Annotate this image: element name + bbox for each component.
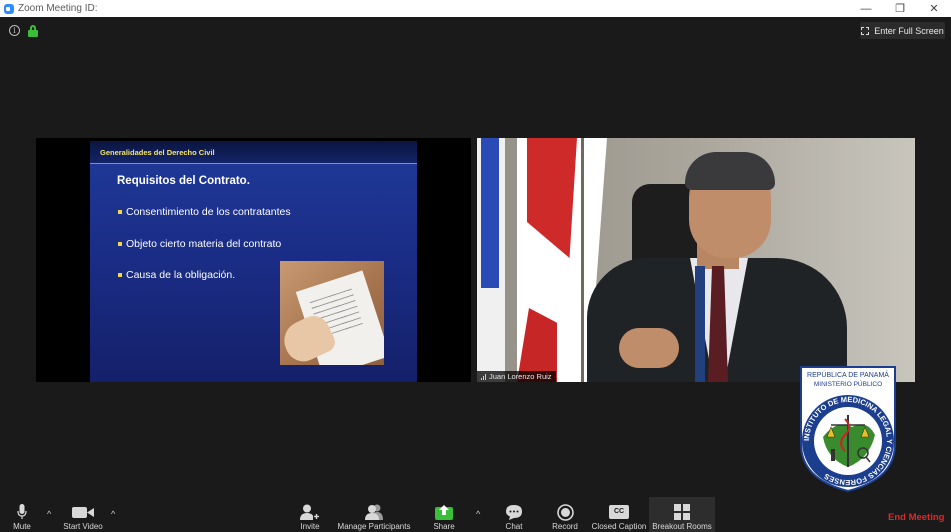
record-button[interactable]: Record: [551, 497, 579, 532]
slide-bullet-text: Objeto cierto materia del contrato: [126, 238, 282, 250]
chat-label: Chat: [505, 522, 523, 531]
video-options-chevron-icon[interactable]: ^: [111, 509, 115, 519]
slide-bullet: Causa de la obligación.: [118, 269, 235, 281]
zoom-app-icon: [4, 3, 14, 14]
restore-button[interactable]: ❐: [883, 0, 917, 17]
chat-bubble-icon: [506, 504, 522, 520]
signal-strength-icon: [481, 373, 486, 380]
chat-button[interactable]: Chat: [501, 497, 527, 532]
video-camera-icon: [72, 506, 94, 518]
enter-full-screen-label: Enter Full Screen: [874, 25, 944, 36]
info-icon[interactable]: i: [9, 25, 20, 36]
screen-share-tile[interactable]: Generalidades del Derecho Civil Requisit…: [36, 138, 471, 382]
bullet-square-icon: [118, 273, 122, 277]
record-label: Record: [552, 522, 578, 531]
invite-label: Invite: [300, 522, 320, 531]
participant-name: Juan Lorenzo Ruiz: [489, 372, 552, 381]
end-meeting-button[interactable]: End Meeting: [888, 512, 944, 523]
participants-icon: [365, 504, 383, 520]
manage-participants-label: Manage Participants: [337, 522, 411, 531]
microphone-icon: [17, 504, 27, 519]
record-icon: [556, 503, 574, 521]
window-titlebar: Zoom Meeting ID: — ❐ ✕: [0, 0, 951, 17]
start-video-button[interactable]: Start Video: [60, 497, 106, 532]
minimize-button[interactable]: —: [849, 0, 883, 17]
close-button[interactable]: ✕: [917, 0, 951, 17]
manage-participants-button[interactable]: Manage Participants: [335, 497, 413, 532]
enter-full-screen-button[interactable]: Enter Full Screen: [860, 22, 945, 39]
institute-emblem-logo: REPÚBLICA DE PANAMÁ MINISTERIO PÚBLICO I…: [800, 366, 896, 493]
slide-title: Requisitos del Contrato.: [117, 175, 250, 187]
flag: [477, 138, 505, 382]
meeting-toolbar: Mute ^ Start Video ^ Invite Manage Parti…: [0, 497, 951, 532]
bullet-square-icon: [118, 210, 122, 214]
share-screen-icon: [435, 505, 453, 520]
breakout-rooms-icon: [674, 504, 690, 520]
slide-bullet-text: Consentimiento de los contratantes: [126, 206, 291, 218]
closed-caption-label: Closed Caption: [591, 522, 647, 531]
start-video-label: Start Video: [63, 522, 103, 531]
slide-photo-signing-document: [280, 261, 384, 365]
emblem-line2: MINISTERIO PÚBLICO: [814, 379, 882, 388]
emblem-line1: REPÚBLICA DE PANAMÁ: [807, 370, 889, 379]
slide-bullet: Consentimiento de los contratantes: [118, 206, 291, 218]
slide-bullet: Objeto cierto materia del contrato: [118, 238, 281, 250]
mute-label: Mute: [13, 522, 31, 531]
window-title: Zoom Meeting ID:: [18, 3, 98, 14]
presentation-slide: Generalidades del Derecho Civil Requisit…: [90, 141, 417, 382]
lock-icon[interactable]: [28, 25, 38, 37]
share-options-chevron-icon[interactable]: ^: [476, 509, 480, 519]
breakout-rooms-label: Breakout Rooms: [652, 522, 712, 531]
mute-options-chevron-icon[interactable]: ^: [47, 509, 51, 519]
closed-caption-icon: CC: [609, 505, 629, 519]
breakout-rooms-button[interactable]: Breakout Rooms: [650, 497, 714, 532]
share-button[interactable]: Share: [430, 497, 458, 532]
participant-video-tile[interactable]: Juan Lorenzo Ruiz: [477, 138, 915, 382]
participant-name-tag: Juan Lorenzo Ruiz: [477, 371, 556, 382]
closed-caption-button[interactable]: CC Closed Caption: [590, 497, 648, 532]
fullscreen-icon: [861, 26, 870, 35]
slide-header: Generalidades del Derecho Civil: [90, 141, 417, 164]
mute-button[interactable]: Mute: [6, 497, 38, 532]
slide-header-text: Generalidades del Derecho Civil: [100, 148, 215, 157]
share-label: Share: [433, 522, 455, 531]
bullet-square-icon: [118, 242, 122, 246]
invite-button[interactable]: Invite: [297, 497, 323, 532]
add-person-icon: [300, 504, 320, 520]
slide-bullet-text: Causa de la obligación.: [126, 269, 236, 281]
